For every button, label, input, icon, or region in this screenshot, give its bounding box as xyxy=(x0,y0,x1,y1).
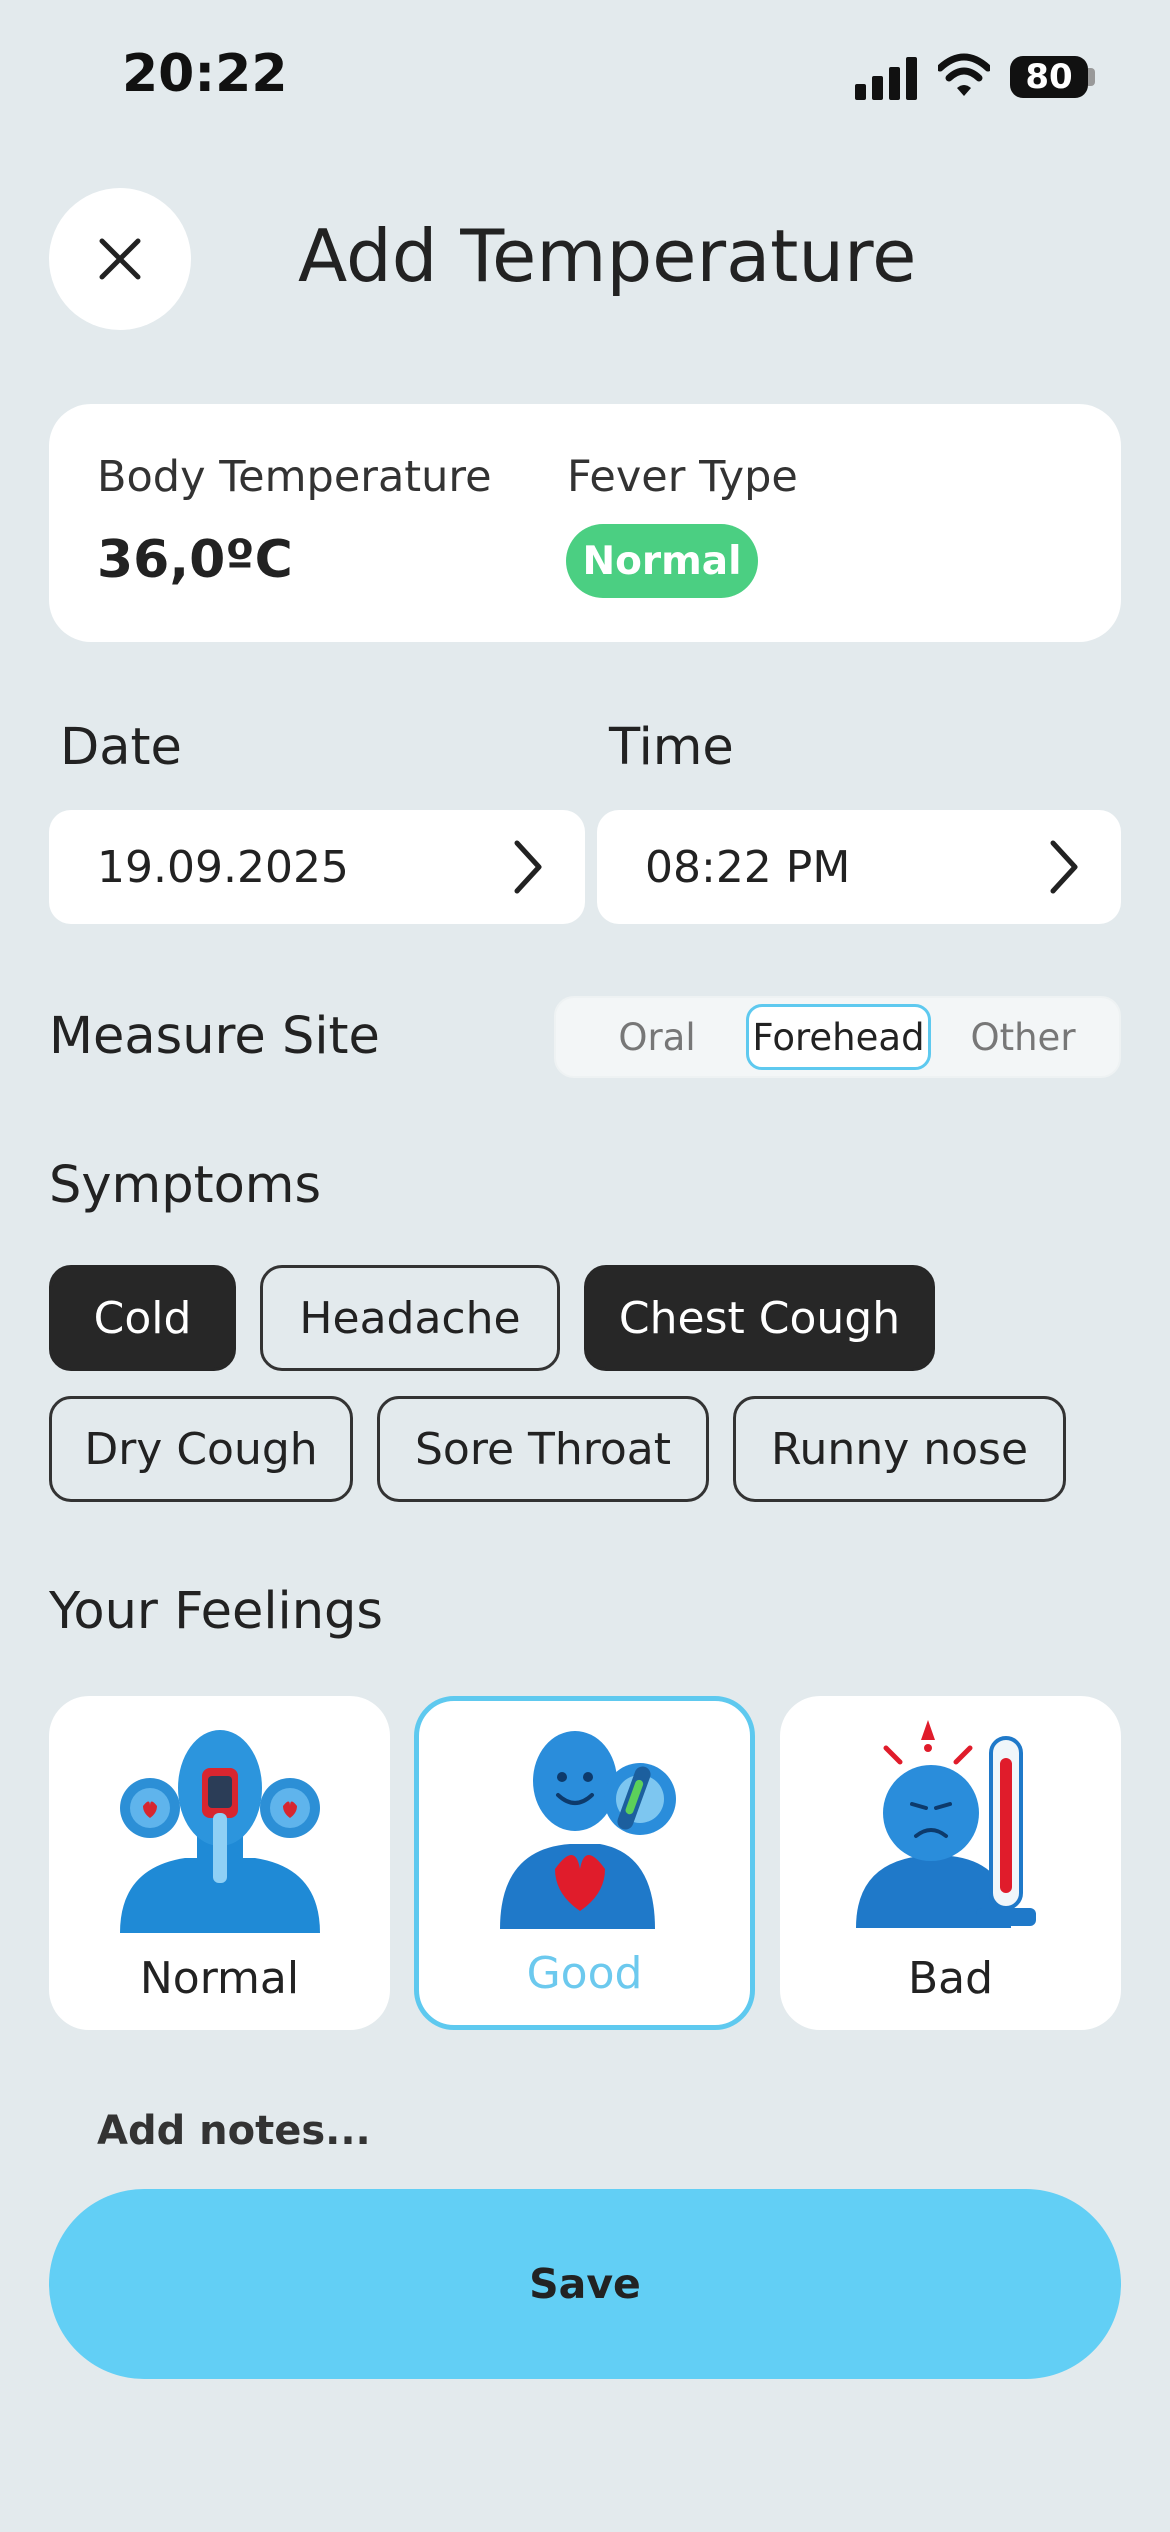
temperature-summary-card xyxy=(49,404,1121,642)
time-picker[interactable]: 08:22 PM xyxy=(597,810,1121,924)
notes-input[interactable]: Add notes... xyxy=(97,2108,371,2154)
fever-type-badge: Normal xyxy=(566,524,758,598)
save-button[interactable]: Save xyxy=(49,2189,1121,2379)
cellular-signal-icon xyxy=(855,56,917,100)
measure-site-label: Measure Site xyxy=(49,1007,380,1066)
feeling-label-good: Good xyxy=(526,1948,643,1999)
body-temperature-value: 36,0ºC xyxy=(97,530,293,590)
segment-forehead[interactable]: Forehead xyxy=(746,1004,931,1070)
time-label: Time xyxy=(609,718,734,777)
measure-site-segmented-control: Oral Forehead Other xyxy=(554,996,1121,1078)
feeling-card-bad[interactable]: Bad xyxy=(780,1696,1121,2030)
page-title: Add Temperature xyxy=(298,214,917,298)
feelings-label: Your Feelings xyxy=(49,1582,383,1641)
happy-person-icon xyxy=(499,1731,676,1929)
body-temperature-label: Body Temperature xyxy=(97,452,492,502)
symptom-chip-runny-nose[interactable]: Runny nose xyxy=(733,1396,1066,1502)
battery-level: 80 xyxy=(1025,57,1073,97)
battery-icon: 80 xyxy=(1010,56,1088,98)
date-value: 19.09.2025 xyxy=(97,841,349,893)
battery-tip xyxy=(1088,68,1095,86)
feeling-card-good[interactable]: Good xyxy=(414,1696,755,2030)
sick-person-icon xyxy=(855,1720,1036,1928)
feeling-label-bad: Bad xyxy=(907,1953,994,2004)
wifi-icon xyxy=(936,52,992,98)
fever-type-label: Fever Type xyxy=(567,452,798,502)
date-picker[interactable]: 19.09.2025 xyxy=(49,810,585,924)
thermometer-person-icon xyxy=(119,1730,320,1933)
chevron-right-icon xyxy=(514,840,542,894)
symptom-chip-cold[interactable]: Cold xyxy=(49,1265,236,1371)
chevron-right-icon xyxy=(1050,840,1078,894)
date-label: Date xyxy=(60,718,182,777)
segment-oral[interactable]: Oral xyxy=(568,998,746,1076)
status-time: 20:22 xyxy=(122,44,288,104)
symptoms-label: Symptoms xyxy=(49,1156,322,1215)
close-button[interactable] xyxy=(49,188,191,330)
feeling-card-normal[interactable]: Normal xyxy=(49,1696,390,2030)
symptom-chip-chest-cough[interactable]: Chest Cough xyxy=(584,1265,935,1371)
symptom-chip-headache[interactable]: Headache xyxy=(260,1265,560,1371)
symptom-chip-sore-throat[interactable]: Sore Throat xyxy=(377,1396,709,1502)
segment-other[interactable]: Other xyxy=(934,998,1112,1076)
time-value: 08:22 PM xyxy=(645,841,851,893)
symptom-chip-dry-cough[interactable]: Dry Cough xyxy=(49,1396,353,1502)
close-icon xyxy=(99,238,141,280)
feeling-label-normal: Normal xyxy=(139,1953,300,2004)
